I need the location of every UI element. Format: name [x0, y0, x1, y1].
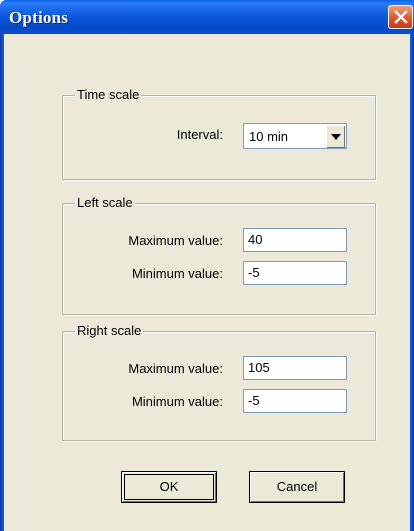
- dialog-body: Time scale Interval: 10 min Left scale M…: [4, 34, 410, 531]
- close-icon: [394, 10, 408, 24]
- time-scale-group-label: Time scale: [75, 87, 142, 102]
- left-min-label: Minimum value:: [131, 266, 223, 281]
- options-dialog: Options Time scale Interval: 10 min Left…: [0, 0, 414, 531]
- ok-button[interactable]: OK: [121, 471, 217, 503]
- right-scale-group-label: Right scale: [75, 323, 144, 338]
- right-scale-group: Right scale Maximum value: 105 Minimum v…: [62, 323, 376, 441]
- window-frame-right: [410, 34, 414, 531]
- interval-select[interactable]: 10 min: [243, 123, 347, 149]
- close-button[interactable]: [388, 5, 413, 29]
- left-scale-group-label: Left scale: [75, 195, 135, 210]
- window-title: Options: [9, 8, 69, 27]
- time-scale-group: Time scale Interval: 10 min: [62, 87, 376, 180]
- left-max-input[interactable]: 40: [243, 228, 347, 252]
- chevron-down-icon[interactable]: [326, 125, 345, 148]
- left-max-label: Maximum value:: [128, 233, 223, 248]
- cancel-button[interactable]: Cancel: [249, 471, 345, 503]
- right-min-label: Minimum value:: [131, 394, 223, 409]
- right-max-input[interactable]: 105: [243, 356, 347, 380]
- interval-label: Interval:: [176, 127, 223, 142]
- right-max-label: Maximum value:: [128, 361, 223, 376]
- right-min-input[interactable]: -5: [243, 389, 347, 413]
- interval-selected-value: 10 min: [249, 129, 289, 144]
- left-min-input[interactable]: -5: [243, 261, 347, 285]
- left-scale-group: Left scale Maximum value: 40 Minimum val…: [62, 195, 376, 315]
- title-bar[interactable]: Options: [0, 0, 414, 34]
